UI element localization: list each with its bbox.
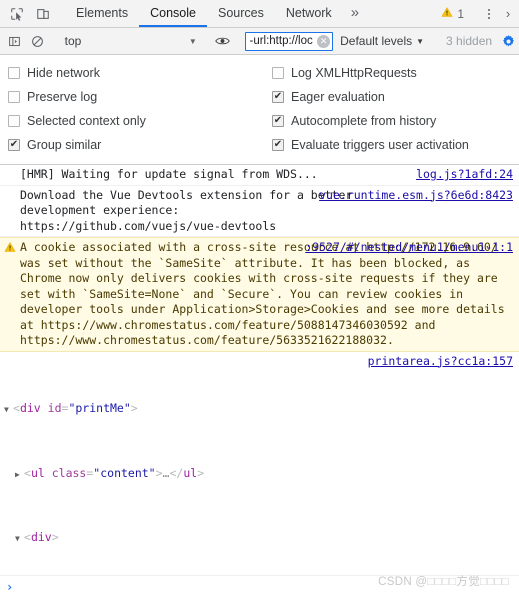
setting-label: Hide network [27,66,100,80]
checkbox-evaluate-triggers-user-activation[interactable] [272,139,284,151]
clear-input-icon[interactable]: ✕ [317,35,331,48]
devtools-panel: Elements Console Sources Network » 1 › t… [0,0,519,597]
console-filter-toolbar: top ▼ -url:http://loc ✕ Default levels ▼… [0,28,519,55]
console-message-vue-devtools: Download the Vue Devtools extension for … [0,186,519,237]
message-source-link[interactable]: :9527/#/nested/menu1/menu1-1:1 [305,240,513,256]
tabbar-right-controls: 1 › [435,0,519,27]
close-devtools-icon[interactable]: › [499,3,517,25]
expand-triangle-down-icon[interactable]: ▼ [4,402,13,418]
expand-triangle-down-icon[interactable]: ▼ [15,531,24,547]
kebab-dot [488,8,490,11]
log-level-label: Default levels [340,34,413,48]
setting-eager-evaluation[interactable]: Eager evaluation [268,85,519,109]
setting-label: Group similar [27,138,102,152]
tab-more-chevron-icon[interactable]: » [343,0,367,27]
console-message-list[interactable]: [HMR] Waiting for update signal from WDS… [0,165,519,575]
dom-tag-name: div [19,401,41,415]
setting-label: Preserve log [27,90,98,104]
message-source-link[interactable]: printarea.js?cc1a:157 [368,354,513,370]
warning-triangle-icon [441,6,453,21]
dom-attr-name: id [47,401,62,415]
dom-tag-name: ul [30,465,45,480]
setting-autocomplete-from-history[interactable]: Autocomplete from history [268,109,519,133]
inspect-cursor-icon[interactable] [4,1,30,27]
message-source-link[interactable]: vue.runtime.esm.js?6e6d:8423 [319,188,513,204]
dom-tag-name: ul [183,465,198,480]
setting-preserve-log[interactable]: Preserve log [0,85,268,109]
log-level-selector[interactable]: Default levels ▼ [333,34,431,48]
console-message-dom-tree: printarea.js?cc1a:157 ▼ <div id="printMe"… [0,352,519,576]
prompt-arrow-icon: › [6,579,14,594]
kebab-dot [488,12,490,15]
message-text: A cookie associated with a cross-site re… [0,240,519,349]
execution-context-selector[interactable]: top ▼ [58,31,201,52]
console-sidebar-icon[interactable] [3,29,26,53]
dom-tag-name: div [30,530,52,544]
hidden-messages-label: 3 hidden [446,34,493,48]
message-text-part: Download the Vue Devtools extension for … [20,187,360,218]
tab-network[interactable]: Network [275,0,343,27]
checkbox-hide-network[interactable] [8,67,20,79]
warning-count-label: 1 [457,6,464,21]
console-settings-panel: Hide network Log XMLHttpRequests Preserv… [0,55,519,165]
settings-gear-icon[interactable] [498,29,519,53]
devtools-tabs: Elements Console Sources Network » [65,0,435,27]
setting-hide-network[interactable]: Hide network [0,61,268,85]
expand-triangle-right-icon[interactable]: ▶ [15,467,24,483]
live-expression-icon[interactable] [210,29,235,53]
console-filter-input[interactable]: -url:http://loc ✕ [245,31,334,51]
tab-console[interactable]: Console [139,0,207,27]
dom-line-ul-collapsed[interactable]: ▶ <ul class="content">…</ul> [4,465,409,483]
chromestatus-link-1[interactable]: https://www.chromestatus.com/feature/508… [41,318,408,332]
chromestatus-link-2[interactable]: https://www.chromestatus.com/feature/563… [20,333,387,347]
setting-group-similar[interactable]: Group similar [0,133,268,157]
kebab-dot [488,16,490,19]
message-source-link[interactable]: log.js?1afd:24 [416,167,513,183]
console-prompt[interactable]: › [0,575,519,597]
checkbox-eager-evaluation[interactable] [272,91,284,103]
checkbox-log-xmlhttprequests[interactable] [272,67,284,79]
console-message-hmr: [HMR] Waiting for update signal from WDS… [0,165,519,186]
checkbox-group-similar[interactable] [8,139,20,151]
chevron-down-icon: ▼ [416,36,425,46]
filter-input-value: -url:http://loc [249,35,313,47]
console-message-cookie-warning: :9527/#/nested/menu1/menu1-1:1 A cookie … [0,237,519,352]
devtools-tabbar: Elements Console Sources Network » 1 › [0,0,519,28]
tab-elements[interactable]: Elements [65,0,139,27]
dom-line-root-open[interactable]: ▼ <div id="printMe"> [4,400,409,418]
warning-count-badge[interactable]: 1 [435,6,470,21]
warning-triangle-icon [4,241,16,253]
dom-line-div-open[interactable]: ▼ <div> [4,529,409,547]
setting-label: Eager evaluation [291,90,385,104]
clear-console-icon[interactable] [26,29,49,53]
device-toolbar-icon[interactable] [30,1,56,27]
cookie-text-part-3: and [407,317,443,332]
execution-context-label: top [64,34,82,48]
dom-attr-name: class [51,465,87,480]
checkbox-preserve-log[interactable] [8,91,20,103]
dom-tree: ▼ <div id="printMe"> ▶ <ul class="content"… [0,354,519,576]
more-options-icon[interactable] [479,3,499,25]
vue-devtools-link[interactable]: https://github.com/vuejs/vue-devtools [20,219,276,233]
chevron-down-icon: ▼ [188,36,197,46]
cookie-text-part-4: . [386,333,394,347]
setting-label: Evaluate triggers user activation [291,138,469,152]
setting-label: Selected context only [27,114,146,128]
tab-sources[interactable]: Sources [207,0,275,27]
setting-evaluate-triggers-user-activation[interactable]: Evaluate triggers user activation [268,133,519,157]
setting-log-xmlhttprequests[interactable]: Log XMLHttpRequests [268,61,519,85]
setting-selected-context-only[interactable]: Selected context only [0,109,268,133]
tabbar-icon-group [0,0,65,27]
checkbox-selected-context-only[interactable] [8,115,20,127]
dom-attr-value: "printMe" [68,401,131,415]
checkbox-autocomplete-from-history[interactable] [272,115,284,127]
dom-attr-value: "content" [93,465,156,480]
setting-label: Autocomplete from history [291,114,437,128]
setting-label: Log XMLHttpRequests [291,66,417,80]
